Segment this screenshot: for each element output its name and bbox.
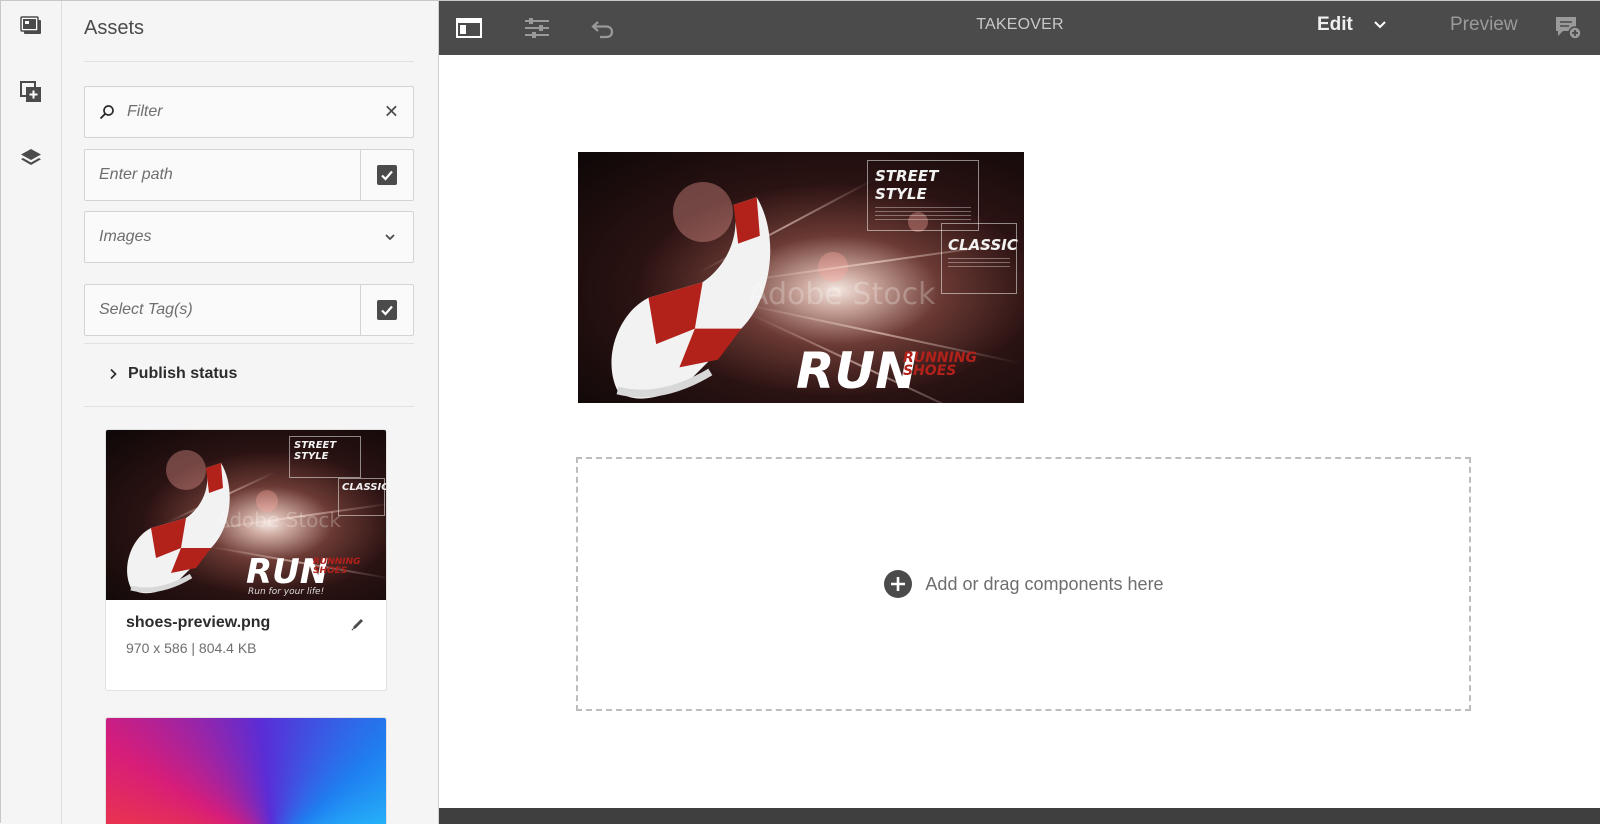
dropzone-label: Add or drag components here <box>925 573 1164 594</box>
tags-input[interactable]: Select Tag(s) <box>99 301 193 319</box>
chevron-down-icon <box>1374 21 1386 29</box>
asset-card[interactable]: STREET STYLE CLASSIC RUN RUNNING SHOES Ru… <box>105 429 387 691</box>
layers-icon <box>21 149 41 165</box>
search-icon <box>99 105 114 120</box>
artwork-text: STREET STYLE <box>867 160 979 231</box>
asset-card[interactable] <box>105 717 387 824</box>
asset-filename: shoes-preview.png <box>126 614 271 631</box>
path-input[interactable]: Enter path <box>99 166 173 184</box>
image-component[interactable]: STREET STYLE CLASSIC RUN RUNNING SHOES Ad… <box>578 152 1024 403</box>
tags-browse-button[interactable] <box>360 285 413 335</box>
path-field[interactable]: Enter path <box>84 149 414 201</box>
filter-field[interactable]: Filter ✕ <box>84 86 414 138</box>
editor-toolbar: TAKEOVER Edit Preview <box>439 1 1600 55</box>
asset-thumbnail <box>106 718 386 824</box>
components-icon <box>20 81 41 102</box>
layers-tab[interactable] <box>11 138 51 178</box>
clear-icon[interactable]: ✕ <box>384 102 399 123</box>
asset-type-value: Images <box>99 228 152 245</box>
artwork-text: RUN <box>796 342 917 400</box>
artwork-text: RUNNING SHOES <box>313 557 361 576</box>
asset-thumbnail: STREET STYLE CLASSIC RUN RUNNING SHOES Ru… <box>106 430 386 600</box>
components-tab[interactable] <box>11 72 51 112</box>
annotations-button[interactable] <box>1551 11 1585 45</box>
artwork-text: Run for your life! <box>248 587 325 597</box>
asset-type-select[interactable]: Images <box>84 211 414 263</box>
divider <box>84 343 414 344</box>
bottom-bar <box>439 808 1600 824</box>
publish-status-label: Publish status <box>128 365 238 382</box>
artwork-text: CLASSIC <box>941 223 1018 294</box>
artwork-text: STREET STYLE <box>289 436 361 478</box>
mode-selector[interactable]: Edit <box>1317 14 1387 36</box>
annotations-icon <box>1556 17 1582 40</box>
add-circle-icon <box>884 570 913 598</box>
preview-button[interactable]: Preview <box>1450 14 1518 36</box>
checkbox-icon <box>377 300 397 320</box>
publish-status-toggle[interactable]: Publish status <box>108 365 237 383</box>
path-browse-button[interactable] <box>360 150 413 200</box>
mode-label: Edit <box>1317 14 1353 35</box>
panel-title: Assets <box>84 17 145 39</box>
divider <box>84 406 414 407</box>
component-dropzone[interactable]: Add or drag components here <box>576 457 1471 711</box>
chevron-down-icon <box>385 234 395 241</box>
watermark-text: Adobe Stock <box>748 277 936 312</box>
watermark-text: Adobe Stock <box>216 508 341 532</box>
tags-field[interactable]: Select Tag(s) <box>84 284 414 336</box>
app-window: Assets Filter ✕ Enter path Images Select… <box>0 0 1600 824</box>
page-title: TAKEOVER <box>976 16 1064 33</box>
assets-panel: Assets Filter ✕ Enter path Images Select… <box>62 1 439 824</box>
artwork-text: CLASSIC <box>338 478 386 516</box>
side-rail <box>1 1 62 824</box>
assets-icon <box>20 16 41 34</box>
asset-details: 970 x 586 | 804.4 KB <box>126 640 257 656</box>
filter-input[interactable]: Filter <box>127 103 163 121</box>
checkbox-icon <box>377 165 397 185</box>
asset-meta: shoes-preview.png 970 x 586 | 804.4 KB <box>106 600 386 690</box>
artwork-text: RUNNING SHOES <box>903 350 977 380</box>
pencil-icon[interactable] <box>350 616 366 632</box>
chevron-right-icon <box>110 368 117 380</box>
assets-tab[interactable] <box>11 6 51 46</box>
divider <box>84 61 414 62</box>
